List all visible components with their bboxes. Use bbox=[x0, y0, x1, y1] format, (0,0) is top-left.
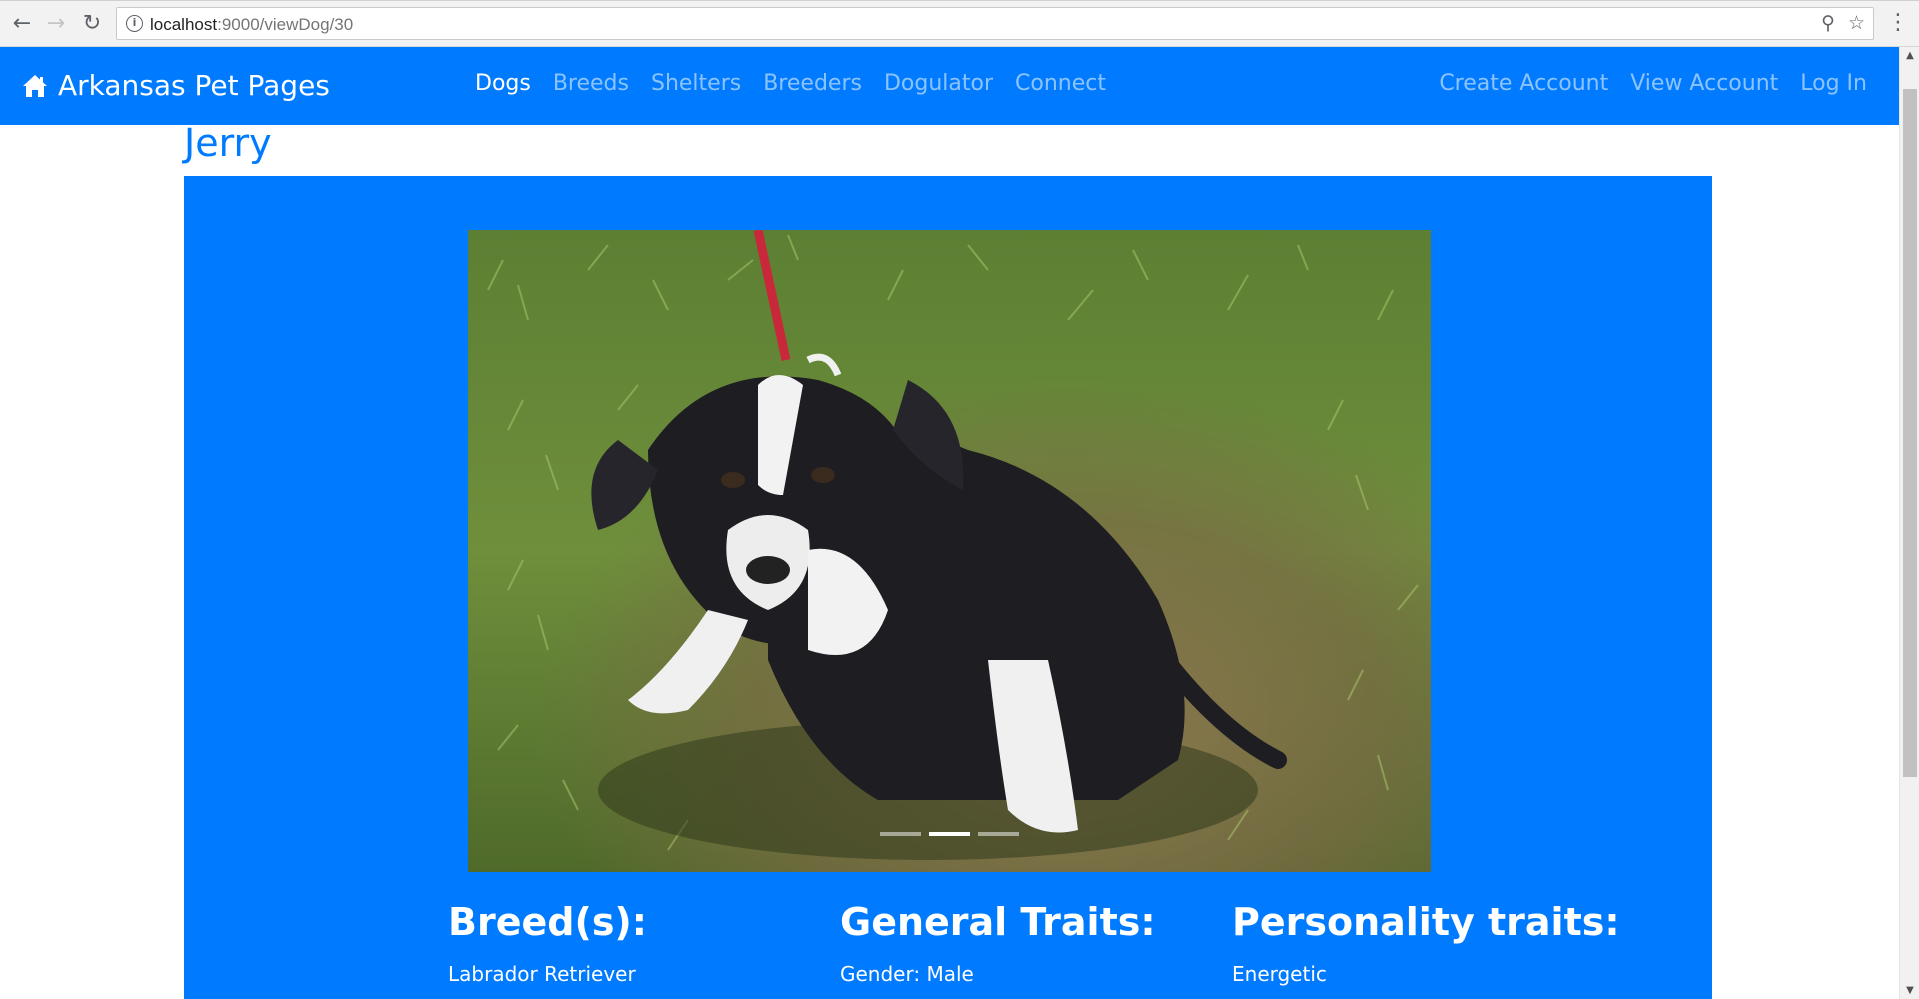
bookmark-star-icon[interactable]: ☆ bbox=[1848, 12, 1865, 34]
nav-link-dogs[interactable]: Dogs bbox=[475, 71, 531, 96]
nav-link-log-in[interactable]: Log In bbox=[1800, 71, 1867, 96]
page-scrollbar[interactable]: ▲ ▼ bbox=[1899, 47, 1919, 999]
nav-link-breeders[interactable]: Breeders bbox=[763, 71, 862, 96]
main-nav: Dogs Breeds Shelters Breeders Dogulator … bbox=[475, 71, 1106, 96]
back-arrow-icon[interactable]: ← bbox=[8, 9, 36, 37]
carousel-indicator-3[interactable] bbox=[978, 832, 1019, 836]
scrollbar-thumb[interactable] bbox=[1903, 89, 1917, 777]
nav-link-dogulator[interactable]: Dogulator bbox=[884, 71, 993, 96]
gender-value: Gender: Male bbox=[840, 962, 974, 986]
nav-link-view-account[interactable]: View Account bbox=[1630, 71, 1778, 96]
url-host: localhost bbox=[150, 15, 218, 34]
photo-carousel[interactable] bbox=[468, 230, 1431, 872]
url-text[interactable]: localhost:9000/viewDog/30 bbox=[150, 15, 353, 35]
general-traits-section: General Traits: Gender: Male bbox=[840, 898, 1232, 986]
address-bar[interactable]: i localhost:9000/viewDog/30 ⚲ ☆ bbox=[116, 7, 1874, 40]
dog-photo bbox=[468, 230, 1431, 872]
url-path: :9000/viewDog/30 bbox=[217, 15, 354, 34]
nav-link-create-account[interactable]: Create Account bbox=[1439, 71, 1608, 96]
dog-detail-panel: Breed(s): Labrador Retriever General Tra… bbox=[184, 176, 1712, 999]
brand-text: Arkansas Pet Pages bbox=[58, 69, 330, 102]
carousel-indicators bbox=[468, 832, 1431, 836]
nav-link-connect[interactable]: Connect bbox=[1015, 71, 1106, 96]
carousel-indicator-2[interactable] bbox=[929, 832, 970, 836]
breed-value: Labrador Retriever bbox=[448, 962, 636, 986]
browser-toolbar: ← → ↻ i localhost:9000/viewDog/30 ⚲ ☆ ⋮ bbox=[0, 0, 1919, 47]
site-info-icon[interactable]: i bbox=[126, 15, 143, 32]
nav-link-breeds[interactable]: Breeds bbox=[553, 71, 629, 96]
home-icon bbox=[23, 74, 47, 97]
zoom-icon[interactable]: ⚲ bbox=[1821, 12, 1835, 34]
browser-menu-icon[interactable]: ⋮ bbox=[1887, 10, 1909, 35]
site-navbar: Arkansas Pet Pages Dogs Breeds Shelters … bbox=[0, 47, 1899, 125]
breeds-section: Breed(s): Labrador Retriever bbox=[448, 898, 840, 986]
personality-traits-heading: Personality traits: bbox=[1232, 900, 1620, 944]
browser-top-border bbox=[0, 0, 1919, 1]
dog-info-columns: Breed(s): Labrador Retriever General Tra… bbox=[448, 898, 1648, 986]
breeds-heading: Breed(s): bbox=[448, 900, 647, 944]
personality-value: Energetic bbox=[1232, 962, 1327, 986]
dog-name-heading: Jerry bbox=[184, 121, 272, 165]
brand-link[interactable]: Arkansas Pet Pages bbox=[22, 69, 330, 102]
nav-link-shelters[interactable]: Shelters bbox=[651, 71, 741, 96]
scroll-up-icon[interactable]: ▲ bbox=[1900, 47, 1919, 64]
personality-traits-section: Personality traits: Energetic bbox=[1232, 898, 1624, 986]
carousel-indicator-1[interactable] bbox=[880, 832, 921, 836]
page-viewport: Arkansas Pet Pages Dogs Breeds Shelters … bbox=[0, 47, 1899, 999]
reload-icon[interactable]: ↻ bbox=[78, 9, 106, 37]
forward-arrow-icon[interactable]: → bbox=[42, 9, 70, 37]
scroll-down-icon[interactable]: ▼ bbox=[1900, 982, 1919, 999]
account-nav: Create Account View Account Log In bbox=[1439, 71, 1867, 96]
general-traits-heading: General Traits: bbox=[840, 900, 1156, 944]
